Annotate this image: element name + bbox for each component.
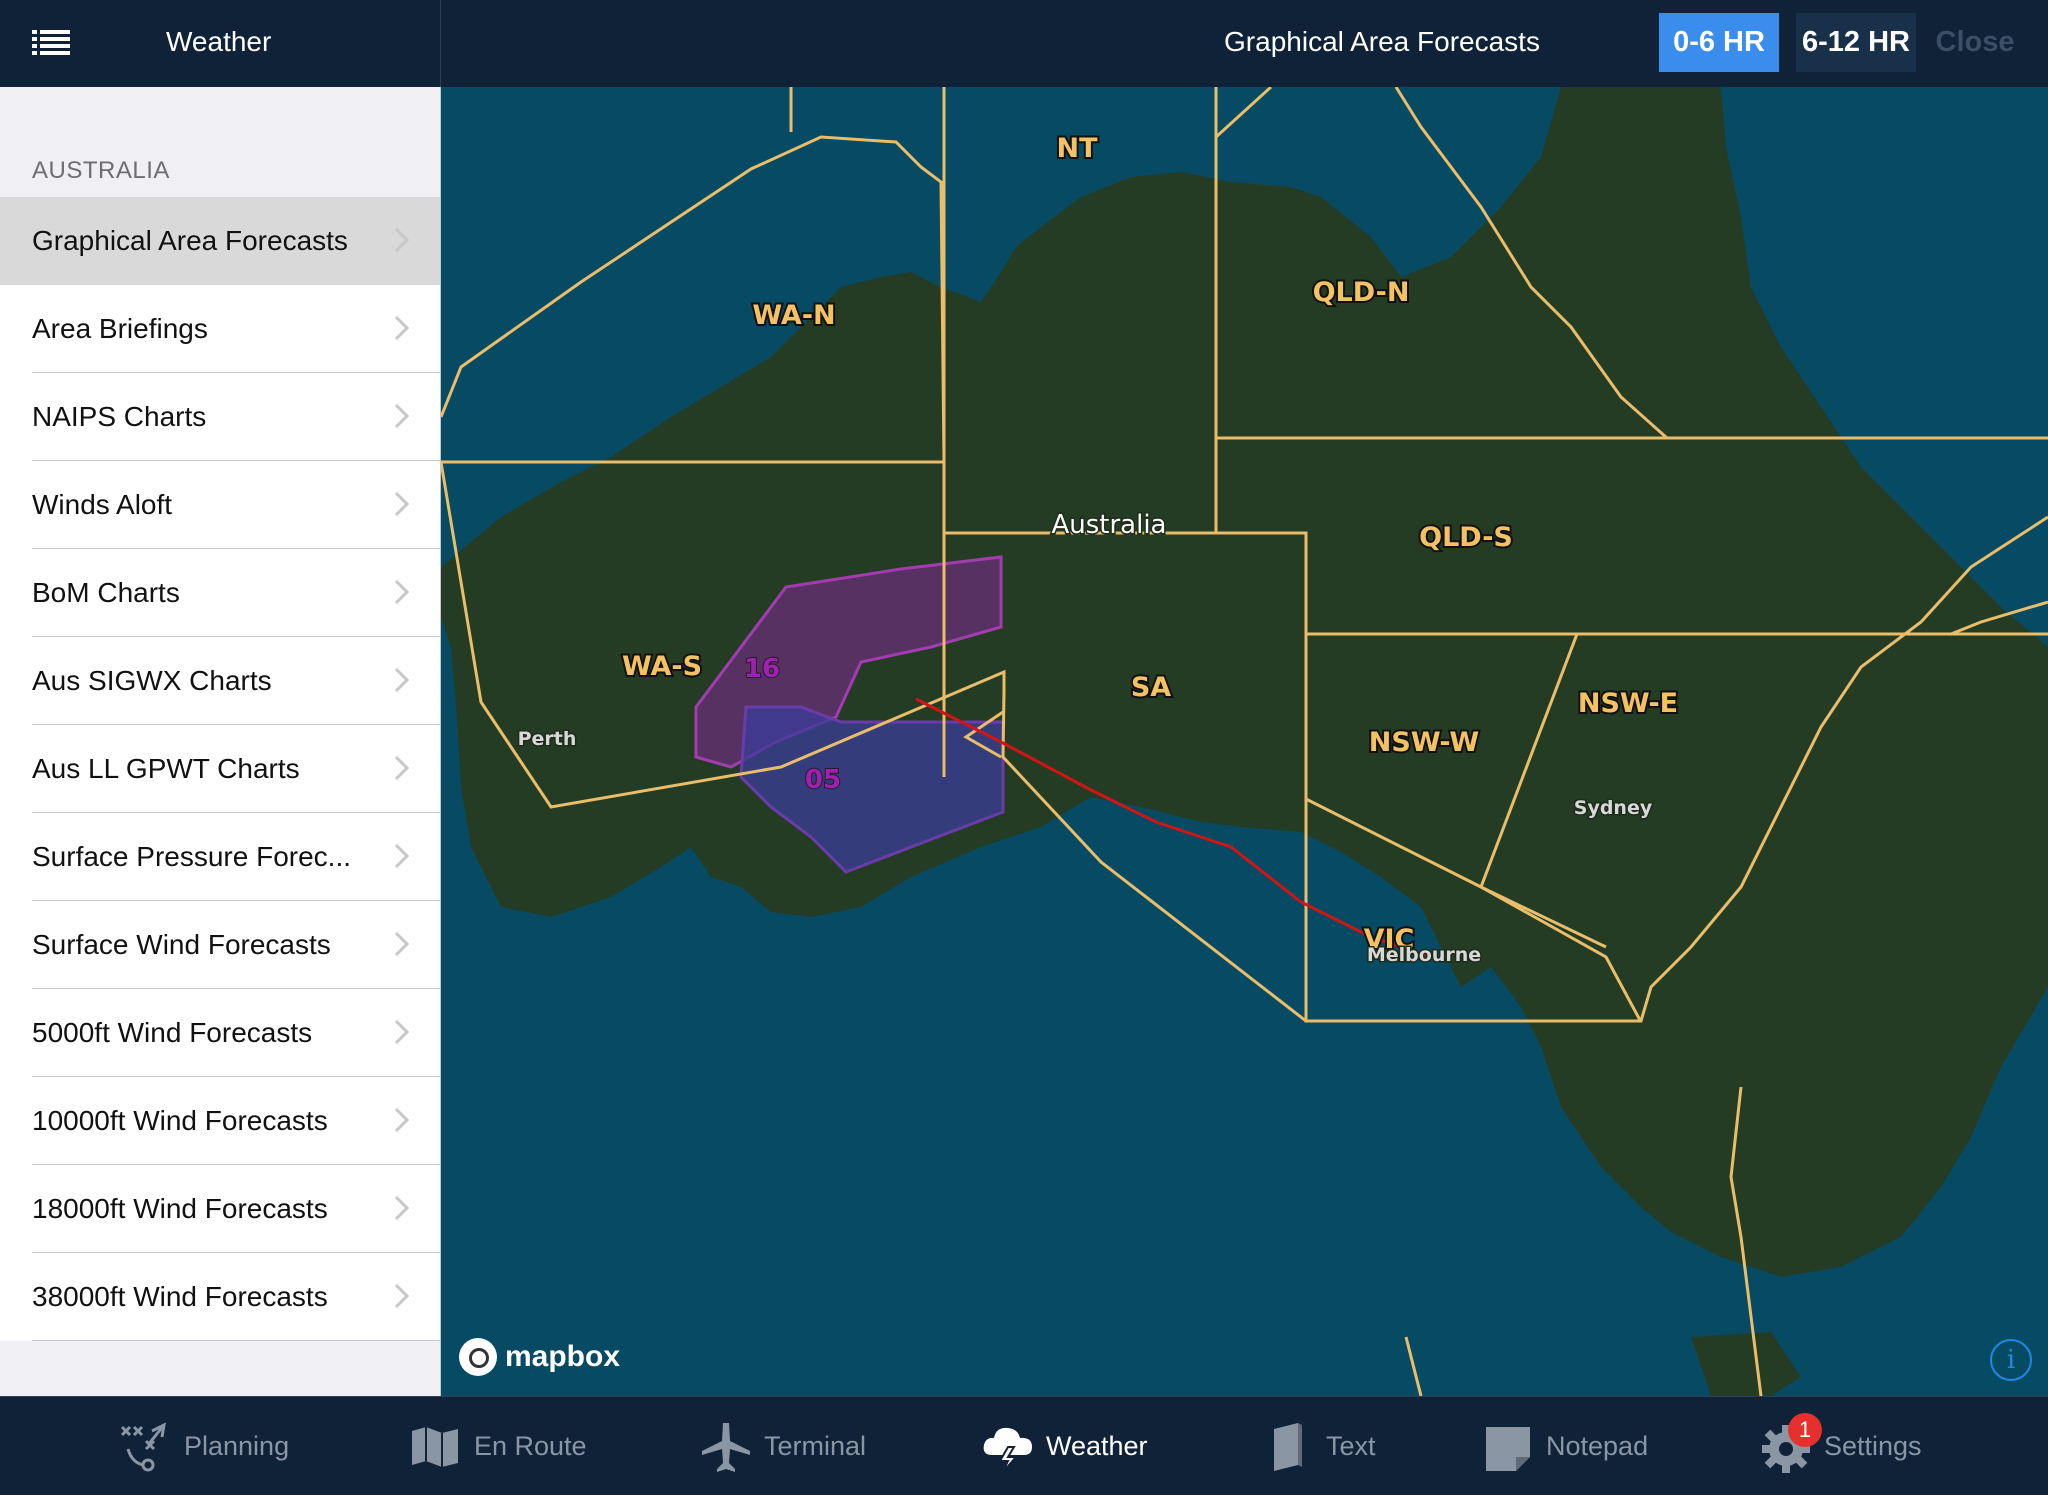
segment-6-12-hr[interactable]: 6-12 HR — [1796, 13, 1916, 72]
area-label-nt: NT — [1056, 133, 1098, 164]
chevron-right-icon — [394, 315, 410, 341]
info-icon[interactable]: i — [1990, 1339, 2032, 1381]
map-icon — [408, 1419, 464, 1475]
sidebar-item-label: Aus SIGWX Charts — [32, 665, 272, 696]
tab-weather[interactable]: Weather — [980, 1397, 1148, 1495]
map-view[interactable]: NT WA-N QLD-N QLD-S SA WA-S NSW-E NSW-W … — [441, 87, 2048, 1396]
cloud-lightning-icon — [980, 1419, 1036, 1475]
chevron-right-icon — [394, 755, 410, 781]
sidebar-item-label: Winds Aloft — [32, 489, 173, 520]
segment-0-6-hr[interactable]: 0-6 HR — [1659, 13, 1779, 72]
chevron-right-icon — [394, 931, 410, 957]
airplane-icon — [698, 1419, 754, 1475]
area-label-qld-s: QLD-S — [1419, 522, 1513, 553]
sidebar-item-naips-charts[interactable]: NAIPS Charts — [0, 373, 440, 461]
chevron-right-icon — [394, 579, 410, 605]
sidebar-item-graphical-area-forecasts[interactable]: Graphical Area Forecasts — [0, 197, 440, 285]
chevron-right-icon — [394, 1195, 410, 1221]
sidebar-item-5000ft-wind-forecasts[interactable]: 5000ft Wind Forecasts — [0, 989, 440, 1077]
chevron-right-icon — [394, 843, 410, 869]
tab-label: Notepad — [1546, 1431, 1649, 1461]
wx-area-label-05: 05 — [805, 765, 841, 795]
area-label-sa: SA — [1131, 672, 1171, 703]
tab-label: Text — [1326, 1431, 1376, 1461]
sidebar-item-winds-aloft[interactable]: Winds Aloft — [0, 461, 440, 549]
tab-planning[interactable]: Planning — [118, 1397, 289, 1495]
app-root: Weather Graphical Area Forecasts 0-6 HR … — [0, 0, 2048, 1495]
sidebar-item-label: Graphical Area Forecasts — [32, 225, 348, 256]
section-header: AUSTRALIA — [32, 157, 170, 184]
chevron-right-icon — [394, 1283, 410, 1309]
area-label-wa-n: WA-N — [752, 300, 835, 331]
chevron-right-icon — [394, 403, 410, 429]
main-header: Graphical Area Forecasts 0-6 HR 6-12 HR … — [441, 0, 2048, 87]
sidebar-item-label: Area Briefings — [32, 313, 208, 344]
tab-label: Settings — [1824, 1431, 1922, 1461]
sidebar-item-aus-ll-gpwt-charts[interactable]: Aus LL GPWT Charts — [0, 725, 440, 813]
sidebar-item-label: Aus LL GPWT Charts — [32, 753, 300, 784]
chevron-right-icon — [394, 1019, 410, 1045]
tab-notepad[interactable]: Notepad — [1480, 1397, 1648, 1495]
tasmania — [1691, 1332, 1801, 1396]
tab-label: Planning — [184, 1431, 290, 1461]
sidebar-item-surface-pressure-forecasts[interactable]: Surface Pressure Forec... — [0, 813, 440, 901]
sidebar-item-18000ft-wind-forecasts[interactable]: 18000ft Wind Forecasts — [0, 1165, 440, 1253]
city-label-sydney: Sydney — [1574, 797, 1653, 819]
mapbox-logo-icon — [459, 1338, 497, 1376]
divider — [32, 1340, 440, 1341]
mapbox-text: mapbox — [505, 1340, 621, 1373]
map-canvas: NT WA-N QLD-N QLD-S SA WA-S NSW-E NSW-W … — [441, 87, 2048, 1396]
tab-text[interactable]: Text — [1260, 1397, 1376, 1495]
sidebar-item-label: 10000ft Wind Forecasts — [32, 1105, 328, 1136]
chevron-right-icon — [394, 1107, 410, 1133]
sidebar-item-aus-sigwx-charts[interactable]: Aus SIGWX Charts — [0, 637, 440, 725]
sidebar-item-10000ft-wind-forecasts[interactable]: 10000ft Wind Forecasts — [0, 1077, 440, 1165]
list-menu-icon[interactable] — [30, 28, 74, 58]
chevron-right-icon — [394, 491, 410, 517]
wx-area-label-16: 16 — [744, 654, 780, 684]
sidebar-item-label: 18000ft Wind Forecasts — [32, 1193, 328, 1224]
city-label-melbourne: Melbourne — [1367, 944, 1481, 966]
sidebar-item-bom-charts[interactable]: BoM Charts — [0, 549, 440, 637]
sidebar-item-label: Surface Wind Forecasts — [32, 929, 331, 960]
tab-label: Terminal — [764, 1431, 867, 1461]
chevron-right-icon — [394, 227, 410, 253]
area-label-wa-s: WA-S — [622, 651, 702, 682]
sidebar-title: Weather — [166, 26, 272, 57]
sidebar-list: Graphical Area Forecasts Area Briefings … — [0, 197, 440, 1341]
area-label-nsw-w: NSW-W — [1369, 727, 1479, 758]
gear-icon: 1 — [1758, 1412, 1822, 1475]
australia-landmass — [441, 87, 2048, 1277]
sidebar-item-surface-wind-forecasts[interactable]: Surface Wind Forecasts — [0, 901, 440, 989]
sidebar-item-38000ft-wind-forecasts[interactable]: 38000ft Wind Forecasts — [0, 1253, 440, 1341]
tab-label: Weather — [1046, 1431, 1148, 1461]
close-button[interactable]: Close — [1925, 13, 2025, 72]
mapbox-attribution[interactable]: mapbox — [459, 1337, 620, 1377]
tab-bar: Planning En Route Terminal Weather Text — [0, 1396, 2048, 1495]
book-icon — [1260, 1419, 1316, 1475]
area-label-nsw-e: NSW-E — [1578, 688, 1678, 719]
planning-icon — [118, 1419, 174, 1475]
sidebar-item-label: Surface Pressure Forec... — [32, 841, 352, 872]
sidebar: AUSTRALIA Graphical Area Forecasts Area … — [0, 87, 441, 1396]
country-label: Australia — [1051, 510, 1166, 540]
city-label-perth: Perth — [518, 728, 577, 750]
tab-terminal[interactable]: Terminal — [698, 1397, 866, 1495]
sidebar-item-label: NAIPS Charts — [32, 401, 207, 432]
notification-badge: 1 — [1788, 1412, 1822, 1447]
tab-label: En Route — [474, 1431, 587, 1461]
tab-settings[interactable]: 1 Settings — [1758, 1397, 1922, 1495]
sidebar-item-label: 38000ft Wind Forecasts — [32, 1281, 328, 1312]
sidebar-item-area-briefings[interactable]: Area Briefings — [0, 285, 440, 373]
sidebar-header: Weather — [0, 0, 441, 87]
sidebar-item-label: BoM Charts — [32, 577, 180, 608]
tab-en-route[interactable]: En Route — [408, 1397, 587, 1495]
area-label-qld-n: QLD-N — [1313, 277, 1410, 308]
notepad-icon — [1480, 1419, 1536, 1475]
sidebar-item-label: 5000ft Wind Forecasts — [32, 1017, 313, 1048]
chevron-right-icon — [394, 667, 410, 693]
page-title: Graphical Area Forecasts — [1224, 26, 1540, 57]
